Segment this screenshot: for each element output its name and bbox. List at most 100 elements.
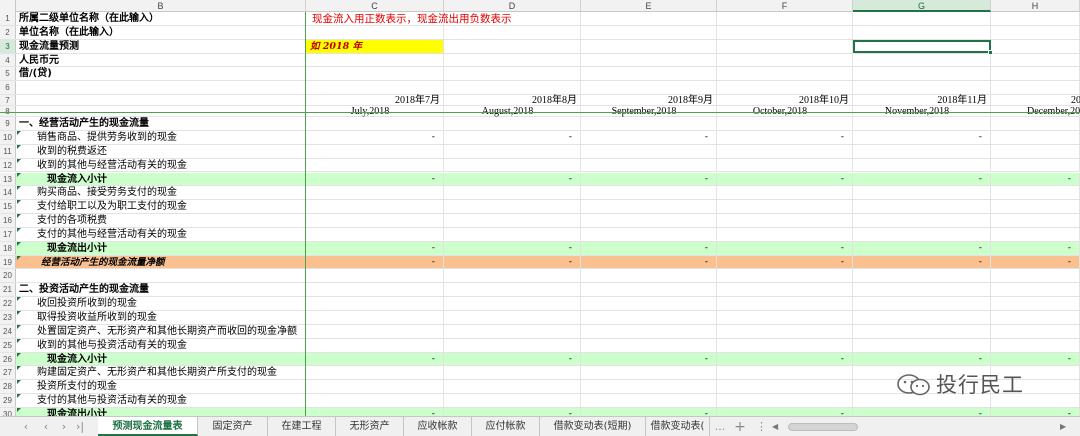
tabbar-split-handle[interactable]: ⋮: [756, 419, 767, 435]
row-number[interactable]: 3: [0, 39, 16, 53]
value-cell[interactable]: -: [581, 407, 717, 416]
grid-cell[interactable]: [306, 311, 444, 324]
value-cell[interactable]: -: [717, 407, 853, 416]
row-number[interactable]: 22: [0, 297, 16, 310]
grid-cell[interactable]: [444, 144, 581, 158]
grid-cell[interactable]: [853, 283, 991, 297]
value-cell[interactable]: -: [717, 172, 853, 186]
grid-cell[interactable]: [581, 200, 717, 214]
row-number[interactable]: 18: [0, 241, 16, 255]
grid-cell[interactable]: [306, 67, 444, 81]
row-number[interactable]: 11: [0, 144, 16, 158]
grid-cell[interactable]: [444, 67, 581, 81]
grid-cell[interactable]: [717, 53, 853, 67]
grid-cell[interactable]: [717, 297, 853, 310]
value-cell[interactable]: -: [717, 255, 853, 269]
grid-cell[interactable]: [717, 227, 853, 241]
grid-cell[interactable]: [581, 81, 717, 95]
grid-cell[interactable]: [444, 53, 581, 67]
grid-cell[interactable]: [444, 297, 581, 310]
value-cell[interactable]: -: [991, 241, 1080, 255]
grid-cell[interactable]: [444, 394, 581, 407]
grid-cell[interactable]: [306, 214, 444, 227]
scrollbar-thumb[interactable]: [788, 423, 858, 431]
grid-cell[interactable]: [581, 366, 717, 380]
grid-cell[interactable]: [581, 214, 717, 227]
grid-cell[interactable]: [853, 269, 991, 283]
tab-scroll-first-icon[interactable]: ‹: [18, 419, 34, 435]
grid-cell[interactable]: [853, 186, 991, 200]
value-cell[interactable]: -: [717, 130, 853, 144]
grid-cell[interactable]: [717, 12, 853, 25]
grid-cell[interactable]: [717, 144, 853, 158]
grid-cell[interactable]: [306, 53, 444, 67]
tab-overflow-ellipsis[interactable]: ...: [713, 419, 727, 435]
value-cell[interactable]: -: [444, 255, 581, 269]
grid-cell[interactable]: [853, 214, 991, 227]
grid-cell[interactable]: [581, 186, 717, 200]
grid-cell[interactable]: [444, 269, 581, 283]
grid-cell[interactable]: [853, 53, 991, 67]
row-number[interactable]: 10: [0, 130, 16, 144]
value-cell[interactable]: -: [306, 352, 444, 366]
grid-cell[interactable]: [991, 283, 1080, 297]
grid-cell[interactable]: [991, 95, 1080, 106]
row-number[interactable]: 7: [0, 95, 16, 106]
grid-cell[interactable]: [991, 12, 1080, 25]
grid-cell[interactable]: [581, 25, 717, 39]
grid-cell[interactable]: [444, 324, 581, 338]
column-header-f[interactable]: F: [717, 0, 853, 12]
value-cell[interactable]: -: [991, 172, 1080, 186]
value-cell[interactable]: -: [853, 172, 991, 186]
grid-cell[interactable]: [991, 324, 1080, 338]
value-cell[interactable]: -: [991, 407, 1080, 416]
column-header-g[interactable]: G: [853, 0, 991, 12]
grid-cell[interactable]: [717, 380, 853, 394]
grid-cell[interactable]: [717, 158, 853, 172]
row-number[interactable]: 25: [0, 338, 16, 352]
grid-cell[interactable]: [306, 144, 444, 158]
value-cell[interactable]: -: [991, 255, 1080, 269]
grid-cell[interactable]: [853, 311, 991, 324]
grid-cell[interactable]: [444, 39, 581, 53]
grid-cell[interactable]: [306, 380, 444, 394]
grid-cell[interactable]: [991, 186, 1080, 200]
grid-cell[interactable]: [581, 297, 717, 310]
scroll-left-icon[interactable]: ◀: [772, 422, 778, 432]
column-header-c[interactable]: C: [306, 0, 444, 12]
value-cell[interactable]: -: [581, 255, 717, 269]
value-cell[interactable]: -: [306, 172, 444, 186]
horizontal-scrollbar[interactable]: ◀ ▶: [768, 422, 1068, 432]
grid-cell[interactable]: [717, 324, 853, 338]
scroll-right-icon[interactable]: ▶: [1060, 422, 1066, 432]
grid-cell[interactable]: [306, 324, 444, 338]
grid-cell[interactable]: [991, 25, 1080, 39]
grid-cell[interactable]: [444, 25, 581, 39]
grid-cell[interactable]: [444, 227, 581, 241]
grid-cell[interactable]: [717, 366, 853, 380]
grid-cell[interactable]: [853, 227, 991, 241]
grid-cell[interactable]: [581, 311, 717, 324]
grid-cell[interactable]: [306, 227, 444, 241]
sheet-tab[interactable]: 预测现金流量表: [98, 417, 198, 436]
grid-cell[interactable]: [853, 67, 991, 81]
grid-cell[interactable]: [717, 39, 853, 53]
grid-cell[interactable]: [853, 25, 991, 39]
grid-cell[interactable]: [444, 117, 581, 130]
value-cell[interactable]: -: [306, 255, 444, 269]
grid-cell[interactable]: [717, 186, 853, 200]
value-cell[interactable]: -: [444, 352, 581, 366]
grid-cell[interactable]: [717, 117, 853, 130]
row-number[interactable]: 19: [0, 255, 16, 269]
row-number[interactable]: 30: [0, 407, 16, 416]
row-number[interactable]: 21: [0, 283, 16, 297]
row-number[interactable]: 24: [0, 324, 16, 338]
grid-cell[interactable]: [444, 380, 581, 394]
value-cell[interactable]: -: [306, 407, 444, 416]
grid-cell[interactable]: [444, 338, 581, 352]
grid-cell[interactable]: [581, 117, 717, 130]
grid-cell[interactable]: [853, 324, 991, 338]
row-number[interactable]: 20: [0, 269, 16, 283]
grid-cell[interactable]: [581, 283, 717, 297]
grid-cell[interactable]: [991, 269, 1080, 283]
